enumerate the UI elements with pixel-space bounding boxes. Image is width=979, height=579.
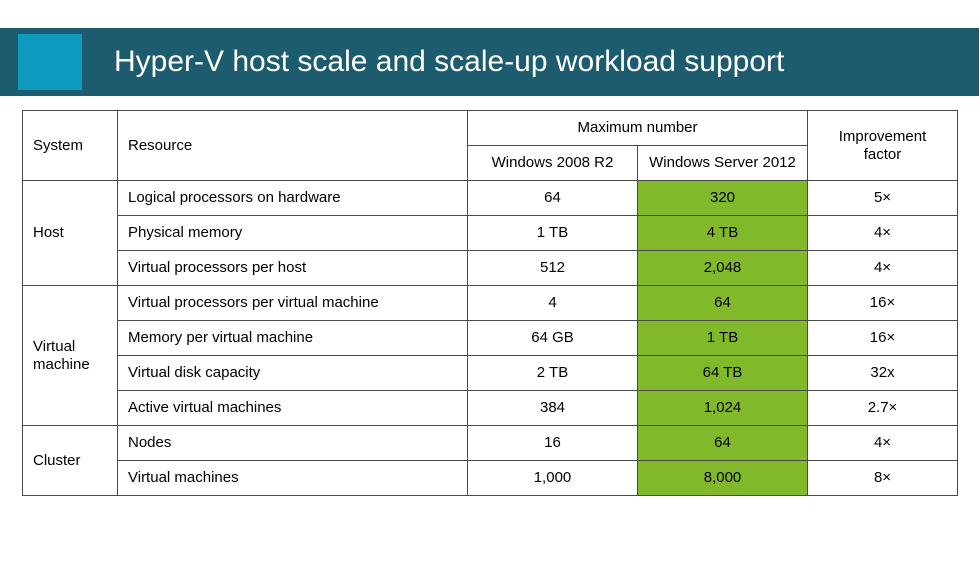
table-row: Virtual disk capacity2 TB64 TB32x xyxy=(23,356,958,391)
improvement-cell: 16× xyxy=(808,286,958,321)
win2008-cell: 2 TB xyxy=(468,356,638,391)
col-system: System xyxy=(23,111,118,181)
comparison-table: System Resource Maximum number Improveme… xyxy=(22,110,958,496)
system-cell: Virtual machine xyxy=(23,286,118,426)
resource-cell: Virtual processors per virtual machine xyxy=(118,286,468,321)
resource-cell: Virtual processors per host xyxy=(118,251,468,286)
win2008-cell: 1,000 xyxy=(468,461,638,496)
win2008-cell: 1 TB xyxy=(468,216,638,251)
win2012-cell: 1,024 xyxy=(638,391,808,426)
win2012-cell: 64 xyxy=(638,286,808,321)
table-row: HostLogical processors on hardware643205… xyxy=(23,181,958,216)
win2008-cell: 64 xyxy=(468,181,638,216)
resource-cell: Virtual machines xyxy=(118,461,468,496)
comparison-table-wrap: System Resource Maximum number Improveme… xyxy=(22,110,957,496)
resource-cell: Memory per virtual machine xyxy=(118,321,468,356)
win2008-cell: 64 GB xyxy=(468,321,638,356)
accent-square-icon xyxy=(18,34,82,90)
table-row: Virtual machineVirtual processors per vi… xyxy=(23,286,958,321)
col-win2012: Windows Server 2012 xyxy=(638,146,808,181)
table-row: Active virtual machines3841,0242.7× xyxy=(23,391,958,426)
win2008-cell: 16 xyxy=(468,426,638,461)
improvement-cell: 5× xyxy=(808,181,958,216)
col-win2008: Windows 2008 R2 xyxy=(468,146,638,181)
win2012-cell: 64 xyxy=(638,426,808,461)
page-title: Hyper-V host scale and scale-up workload… xyxy=(114,45,784,79)
resource-cell: Logical processors on hardware xyxy=(118,181,468,216)
win2012-cell: 2,048 xyxy=(638,251,808,286)
resource-cell: Physical memory xyxy=(118,216,468,251)
table-row: Memory per virtual machine64 GB1 TB16× xyxy=(23,321,958,356)
system-cell: Host xyxy=(23,181,118,286)
table-row: ClusterNodes16644× xyxy=(23,426,958,461)
table-row: Virtual processors per host5122,0484× xyxy=(23,251,958,286)
resource-cell: Active virtual machines xyxy=(118,391,468,426)
improvement-cell: 32x xyxy=(808,356,958,391)
win2012-cell: 320 xyxy=(638,181,808,216)
table-row: Physical memory1 TB4 TB4× xyxy=(23,216,958,251)
improvement-cell: 8× xyxy=(808,461,958,496)
improvement-cell: 4× xyxy=(808,426,958,461)
win2012-cell: 64 TB xyxy=(638,356,808,391)
improvement-cell: 4× xyxy=(808,251,958,286)
resource-cell: Nodes xyxy=(118,426,468,461)
improvement-cell: 2.7× xyxy=(808,391,958,426)
win2008-cell: 4 xyxy=(468,286,638,321)
resource-cell: Virtual disk capacity xyxy=(118,356,468,391)
table-body: HostLogical processors on hardware643205… xyxy=(23,181,958,496)
win2012-cell: 1 TB xyxy=(638,321,808,356)
improvement-cell: 4× xyxy=(808,216,958,251)
col-max-number: Maximum number xyxy=(468,111,808,146)
header-row-1: System Resource Maximum number Improveme… xyxy=(23,111,958,146)
win2012-cell: 4 TB xyxy=(638,216,808,251)
win2012-cell: 8,000 xyxy=(638,461,808,496)
win2008-cell: 384 xyxy=(468,391,638,426)
col-improvement: Improvement factor xyxy=(808,111,958,181)
system-cell: Cluster xyxy=(23,426,118,496)
win2008-cell: 512 xyxy=(468,251,638,286)
improvement-cell: 16× xyxy=(808,321,958,356)
table-row: Virtual machines1,0008,0008× xyxy=(23,461,958,496)
title-bar: Hyper-V host scale and scale-up workload… xyxy=(0,28,979,96)
col-resource: Resource xyxy=(118,111,468,181)
